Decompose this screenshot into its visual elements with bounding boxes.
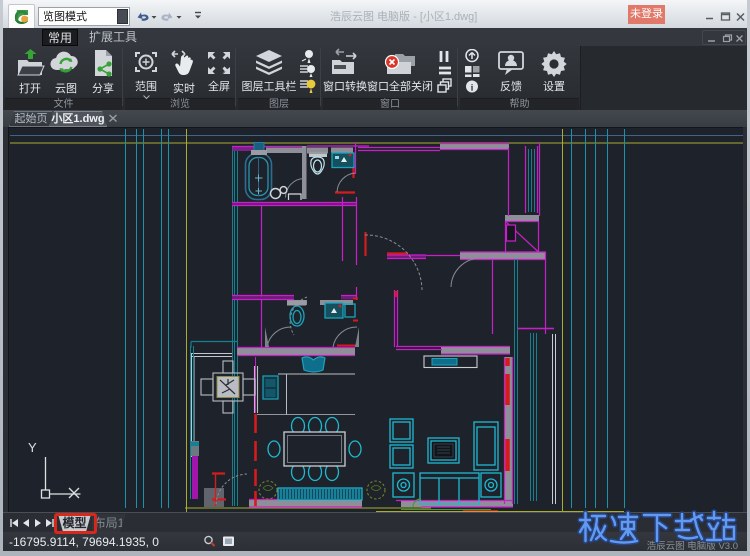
svg-text:Y: Y: [28, 440, 37, 455]
